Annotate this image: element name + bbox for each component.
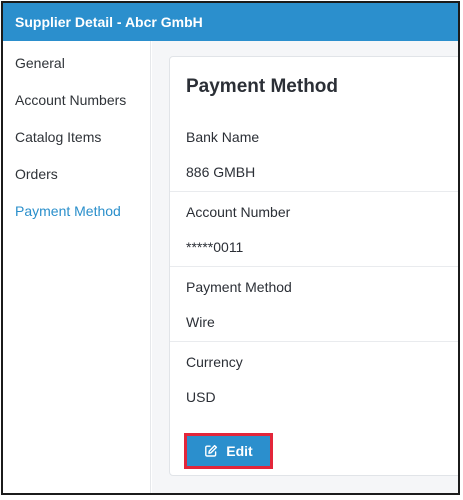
sidebar-item-catalog-items[interactable]: Catalog Items bbox=[15, 129, 101, 145]
field-payment-method: Payment Method Wire bbox=[186, 279, 458, 330]
sidebar-item-account-numbers[interactable]: Account Numbers bbox=[15, 92, 126, 108]
card-title: Payment Method bbox=[186, 76, 339, 97]
field-account-number: Account Number *****0011 bbox=[186, 204, 458, 255]
field-currency: Currency USD bbox=[186, 354, 458, 405]
supplier-detail-window: Supplier Detail - Abcr GmbH General Acco… bbox=[1, 1, 460, 495]
sidebar-item-payment-method[interactable]: Payment Method bbox=[15, 203, 121, 219]
edit-button[interactable]: Edit bbox=[187, 436, 270, 466]
divider bbox=[170, 266, 458, 267]
field-label: Bank Name bbox=[186, 129, 260, 145]
field-bank-name: Bank Name 886 GMBH bbox=[186, 129, 458, 180]
field-value: 886 GMBH bbox=[186, 164, 256, 180]
edit-pencil-icon bbox=[204, 444, 218, 458]
sidebar-item-general[interactable]: General bbox=[15, 55, 65, 71]
sidebar-item-orders[interactable]: Orders bbox=[15, 166, 58, 182]
edit-button-label: Edit bbox=[226, 443, 253, 459]
field-value: USD bbox=[186, 389, 216, 405]
field-label: Account Number bbox=[186, 204, 291, 220]
main-content: Payment Method Bank Name 886 GMBH Accoun… bbox=[152, 41, 458, 493]
sidebar-nav: General Account Numbers Catalog Items Or… bbox=[3, 41, 151, 493]
window-title: Supplier Detail - Abcr GmbH bbox=[15, 14, 203, 30]
divider bbox=[170, 341, 458, 342]
field-label: Currency bbox=[186, 354, 243, 370]
field-value: Wire bbox=[186, 314, 215, 330]
edit-button-highlight: Edit bbox=[184, 433, 273, 469]
window-title-bar: Supplier Detail - Abcr GmbH bbox=[3, 3, 458, 41]
field-label: Payment Method bbox=[186, 279, 292, 295]
payment-method-card: Payment Method Bank Name 886 GMBH Accoun… bbox=[169, 56, 458, 476]
divider bbox=[170, 191, 458, 192]
field-value: *****0011 bbox=[186, 239, 244, 255]
